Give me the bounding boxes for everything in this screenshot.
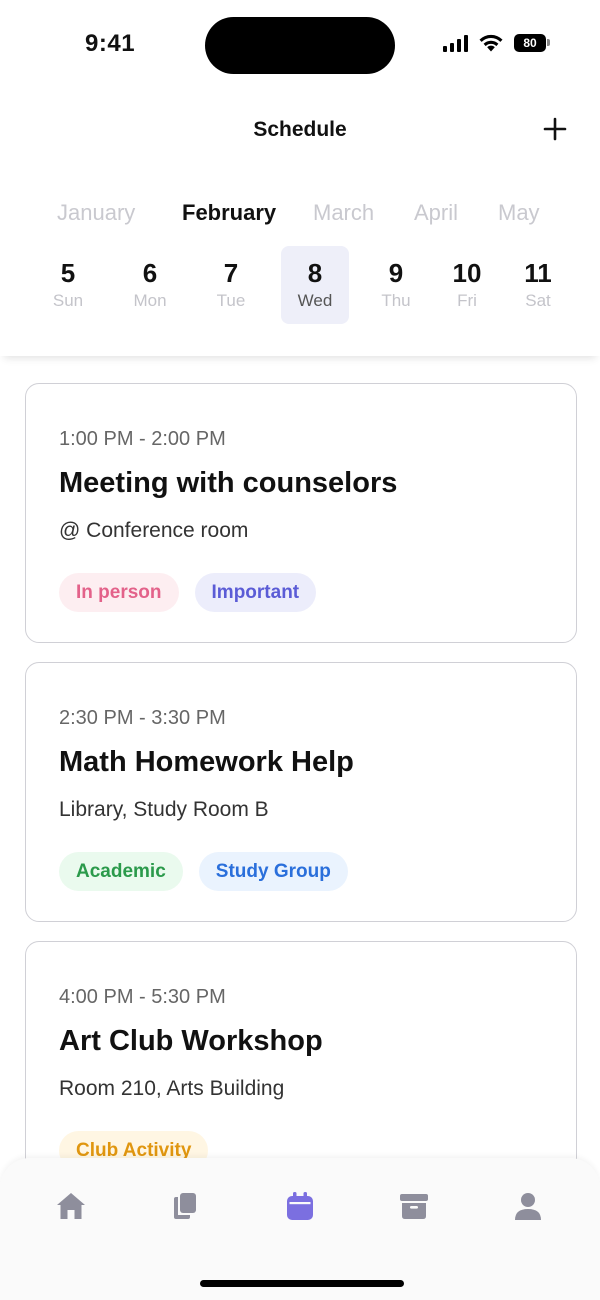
header: Schedule [0,90,600,170]
cellular-signal-icon [443,34,468,52]
event-title: Math Homework Help [59,746,354,778]
day-number: 7 [223,258,239,288]
tab-calendar[interactable] [280,1186,320,1226]
month-january[interactable]: January [57,200,135,226]
day-name: Wed [297,291,333,310]
event-location: @ Conference room [59,519,249,542]
month-february[interactable]: February [182,200,276,226]
day-name: Thu [381,291,411,310]
day-number: 11 [524,258,552,288]
tab-home[interactable] [51,1186,91,1226]
battery-level: 80 [514,33,546,52]
day-item[interactable]: 10 Fri [433,246,501,324]
event-title: Art Club Workshop [59,1025,323,1057]
month-selector: January February March April May [0,200,600,230]
day-name: Mon [133,291,167,310]
event-card[interactable]: 4:00 PM - 5:30 PM Art Club Workshop Room… [25,941,577,1160]
day-item[interactable]: 7 Tue [197,246,265,324]
day-item[interactable]: 6 Mon [116,246,184,324]
event-card[interactable]: 2:30 PM - 3:30 PM Math Homework Help Lib… [25,662,577,922]
add-event-button[interactable] [540,114,570,144]
day-item[interactable]: 5 Sun [34,246,102,324]
tag-badge: Academic [59,852,183,891]
day-number: 8 [307,258,323,288]
day-number: 5 [60,258,76,288]
day-number: 6 [142,258,158,288]
event-card[interactable]: 1:00 PM - 2:00 PM Meeting with counselor… [25,383,577,643]
home-indicator [200,1280,404,1287]
day-name: Sun [52,291,84,310]
day-selector: 5 Sun 6 Mon 7 Tue 8 Wed 9 Thu 10 Fri 11 … [0,246,600,324]
wifi-icon [479,34,503,52]
calendar-icon [287,1192,313,1220]
tab-documents[interactable] [165,1186,205,1226]
documents-icon [174,1193,196,1219]
tag-badge: In person [59,573,179,612]
page-title: Schedule [253,118,347,141]
profile-icon [515,1193,541,1220]
month-may[interactable]: May [498,200,540,226]
event-tags: Academic Study Group [59,852,348,891]
dynamic-island [205,17,395,74]
status-icons: 80 [443,33,550,52]
archive-icon [400,1194,428,1219]
event-list: 1:00 PM - 2:00 PM Meeting with counselor… [25,383,577,1160]
day-number: 10 [452,258,482,288]
day-name: Fri [457,291,477,310]
event-time: 4:00 PM - 5:30 PM [59,986,226,1008]
event-title: Meeting with counselors [59,467,398,499]
event-tags: Club Activity [59,1131,209,1160]
event-location: Library, Study Room B [59,798,269,821]
status-bar: 9:41 80 [0,0,600,90]
bottom-tab-bar [0,1158,600,1300]
month-april[interactable]: April [414,200,458,226]
status-time: 9:41 [85,30,136,57]
plus-icon [543,117,567,141]
day-item[interactable]: 9 Thu [362,246,430,324]
tag-badge: Study Group [198,852,348,891]
day-item-selected[interactable]: 8 Wed [281,246,349,324]
event-time: 2:30 PM - 3:30 PM [59,707,226,729]
calendar-strip: January February March April May 5 Sun 6… [0,170,600,356]
battery-icon: 80 [514,33,550,52]
tab-profile[interactable] [508,1186,548,1226]
home-icon [57,1193,85,1219]
day-name: Sat [525,291,551,310]
day-item[interactable]: 11 Sat [504,246,572,324]
event-tags: In person Important [59,573,317,612]
event-location: Room 210, Arts Building [59,1077,285,1100]
tag-badge: Club Activity [59,1131,209,1160]
event-time: 1:00 PM - 2:00 PM [59,428,226,450]
tag-badge: Important [194,573,317,612]
day-number: 9 [388,258,404,288]
tab-archive[interactable] [394,1186,434,1226]
day-name: Tue [216,291,246,310]
month-march[interactable]: March [313,200,374,226]
